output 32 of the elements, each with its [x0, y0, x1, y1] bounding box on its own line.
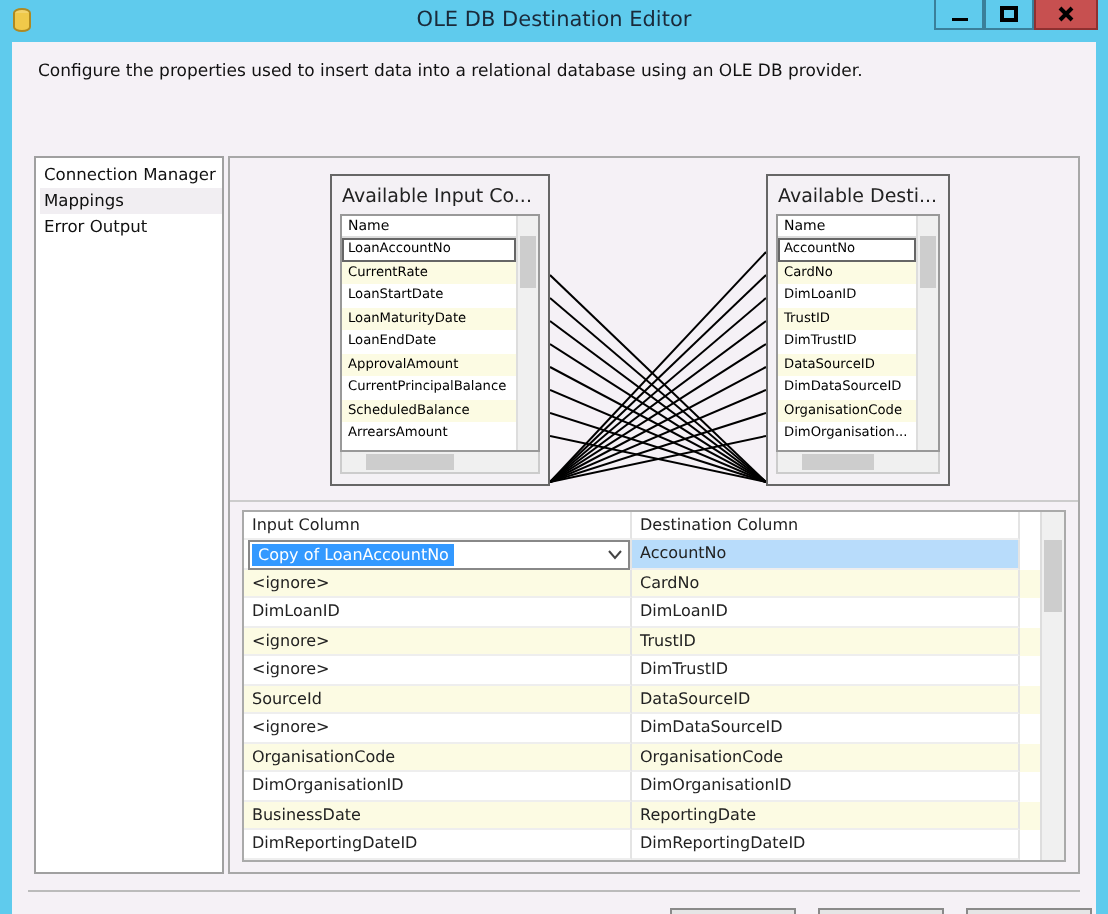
table-cell: DimReportingDateID [632, 830, 1020, 859]
page-list-item[interactable]: Mappings [40, 188, 222, 214]
window-title: OLE DB Destination Editor [416, 8, 692, 32]
table-cell: CardNo [632, 569, 1020, 598]
maximize-icon [1000, 6, 1018, 22]
close-button[interactable] [1034, 0, 1098, 30]
vertical-scrollbar[interactable] [1040, 512, 1064, 860]
table-cell: AccountNo [632, 540, 1020, 569]
close-icon [1058, 6, 1074, 22]
page-list-item[interactable]: Connection Manager [40, 162, 222, 188]
table-cell: OrganisationCode [632, 743, 1020, 772]
table-cell: <ignore> [244, 627, 632, 656]
page-list-item[interactable]: Error Output [40, 214, 222, 240]
minimize-button[interactable] [934, 0, 984, 30]
table-cell: DataSourceID [632, 685, 1020, 714]
table-cell: TrustID [632, 627, 1020, 656]
horizontal-scrollbar[interactable] [340, 452, 540, 474]
panel-title: Available Input Co... [340, 184, 534, 212]
panel-title: Available Desti... [776, 184, 940, 212]
table-cell: BusinessDate [244, 801, 632, 830]
table-cell: ReportingDate [632, 801, 1020, 830]
table-cell: OrganisationCode [244, 743, 632, 772]
table-cell: <ignore> [244, 569, 632, 598]
vertical-scrollbar[interactable] [916, 216, 938, 450]
dropdown-caret-icon [608, 550, 622, 560]
maximize-button[interactable] [984, 0, 1034, 30]
vertical-scrollbar[interactable] [516, 216, 538, 450]
database-icon [12, 8, 32, 34]
horizontal-scrollbar[interactable] [776, 452, 940, 474]
description-text: Configure the properties used to insert data into a relational database using an OLE DB provider. [38, 62, 865, 86]
table-cell: SourceId [244, 685, 632, 714]
table-cell: DimReportingDateID [244, 830, 632, 859]
